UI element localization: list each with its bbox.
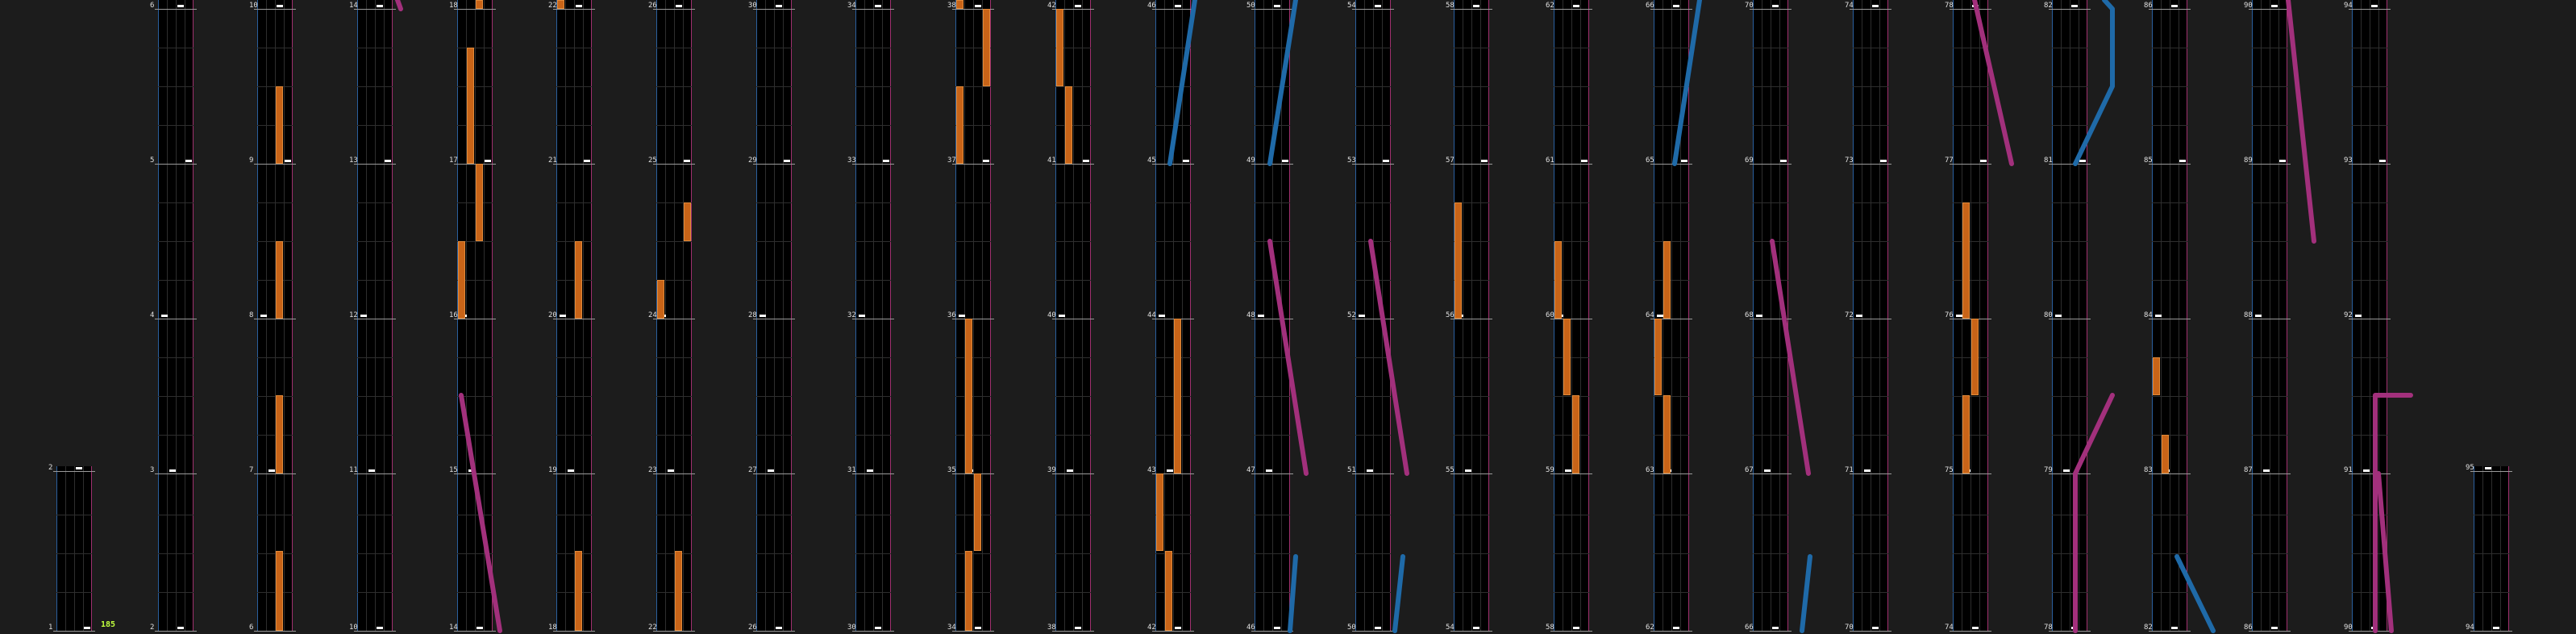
slide-path xyxy=(1368,239,1409,476)
slide-path xyxy=(1770,239,1811,476)
slide-path xyxy=(395,0,403,11)
slide-path xyxy=(2073,393,2115,633)
slide-path xyxy=(459,393,502,633)
slide-path xyxy=(2073,0,2115,166)
slide-path xyxy=(1392,554,1405,633)
chart-canvas: 1 2 2 3 4 5 6 6 7 8 9 10 10 11 12 13 14 14 15 16 17 18 18 19 20 2… xyxy=(0,0,2576,634)
slide-path xyxy=(2174,554,2216,633)
slide-path xyxy=(2376,471,2394,633)
slide-layer xyxy=(395,0,2413,633)
slide-path xyxy=(1267,0,1298,166)
slide-path xyxy=(1800,554,1812,633)
slide-path xyxy=(2286,0,2316,244)
slide-path xyxy=(1672,0,1702,166)
slide-path xyxy=(1972,0,2014,166)
slide-path xyxy=(1267,239,1309,476)
slide-path xyxy=(1288,554,1298,633)
bpm-label: 185 xyxy=(101,620,116,629)
slide-path xyxy=(1167,0,1197,166)
